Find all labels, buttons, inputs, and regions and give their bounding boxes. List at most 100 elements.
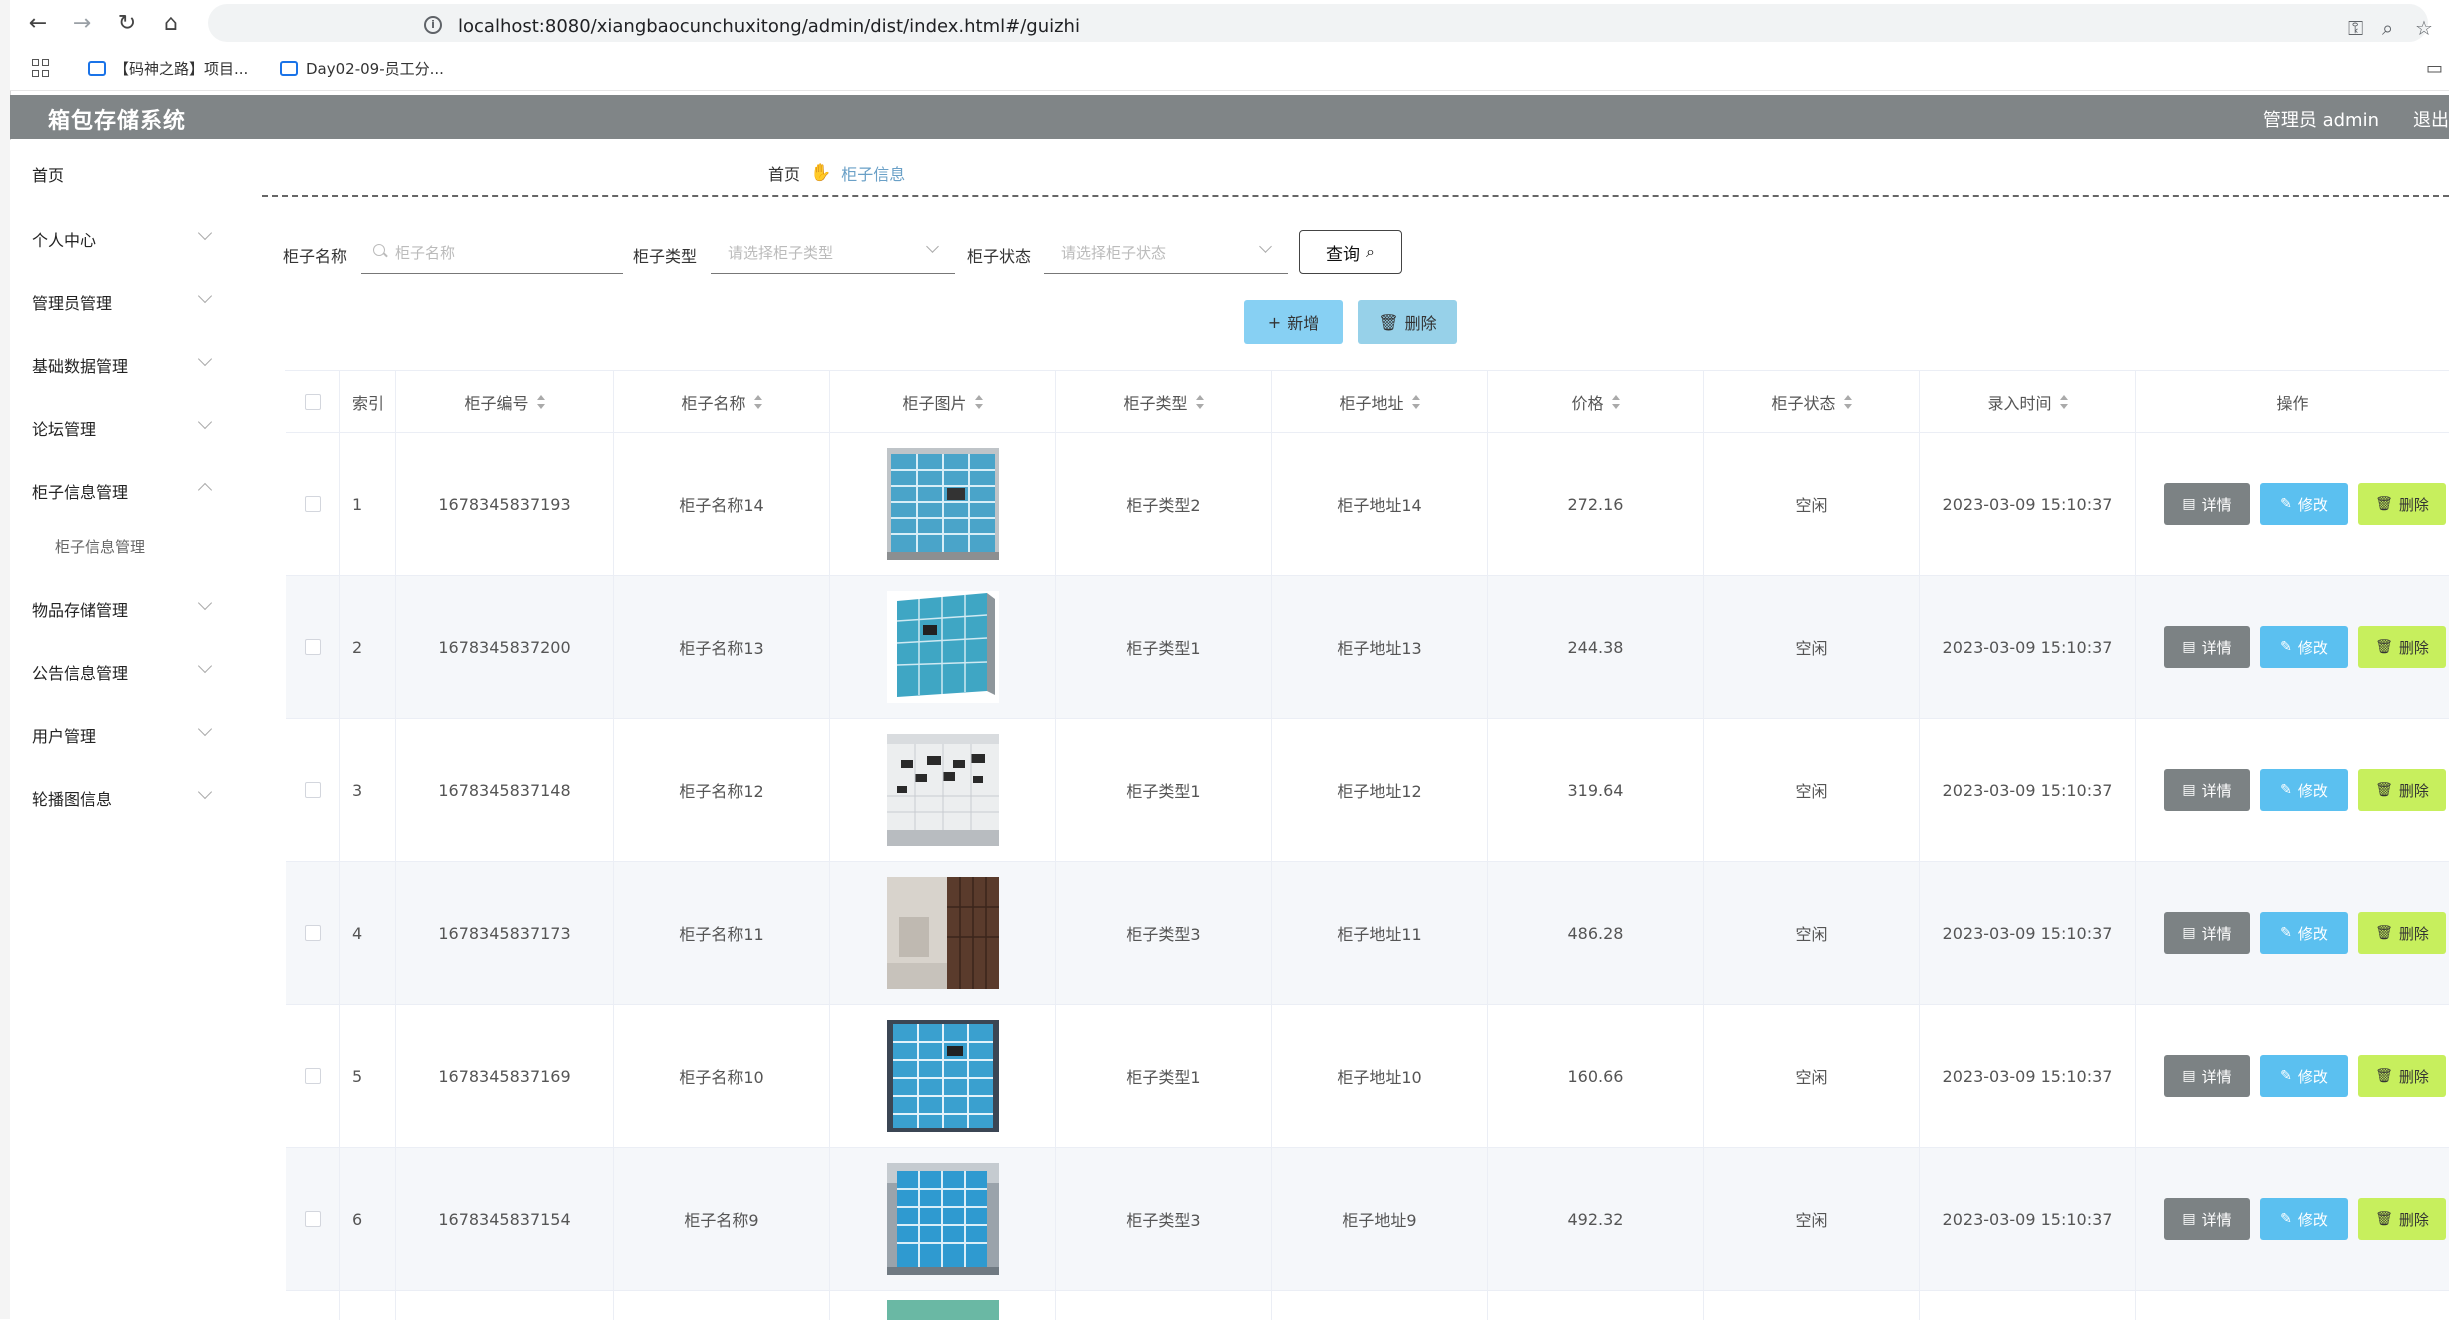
sort-icon[interactable] — [2059, 394, 2068, 409]
folder-icon[interactable]: ▭ — [2426, 58, 2443, 79]
star-icon[interactable]: ☆ — [2415, 16, 2433, 40]
name-search-input[interactable]: 柜子名称 — [361, 230, 623, 274]
apps-grid-icon[interactable] — [32, 59, 50, 77]
locker-image[interactable] — [886, 1163, 999, 1275]
trash-icon: 🗑 — [2375, 925, 2393, 941]
table-row: 3 1678345837148 柜子名称12 柜子类型1 柜子地址12 319.… — [286, 719, 2449, 862]
delete-button[interactable]: 🗑 删除 — [2358, 912, 2446, 954]
locker-image[interactable] — [886, 591, 999, 703]
sidebar-subitem-locker-info[interactable]: 柜子信息管理 — [55, 536, 145, 557]
detail-button[interactable]: ▤ 详情 — [2164, 1055, 2250, 1097]
sidebar-item-carousel[interactable]: 轮播图信息 — [32, 786, 112, 810]
chevron-down-icon — [197, 721, 213, 737]
site-info-icon[interactable]: i — [424, 16, 442, 34]
select-all-checkbox[interactable] — [304, 393, 321, 410]
home-icon[interactable]: ⌂ — [157, 9, 185, 37]
row-checkbox[interactable] — [304, 496, 321, 512]
delete-button[interactable]: 🗑 删除 — [2358, 1198, 2446, 1240]
sidebar-item-forum[interactable]: 论坛管理 — [32, 416, 96, 440]
sidebar-item-storage[interactable]: 物品存储管理 — [32, 597, 128, 621]
row-checkbox[interactable] — [304, 1068, 321, 1084]
locker-image[interactable] — [886, 1020, 999, 1132]
row-checkbox[interactable] — [304, 782, 321, 798]
bookmark-item[interactable]: 【码神之路】项目... — [88, 58, 248, 79]
sidebar-item-notices[interactable]: 公告信息管理 — [32, 660, 128, 684]
header-status[interactable]: 柜子状态 — [1704, 371, 1920, 432]
header-type[interactable]: 柜子类型 — [1056, 371, 1272, 432]
bilibili-icon — [88, 61, 106, 76]
sort-icon[interactable] — [974, 394, 983, 409]
trash-icon: 🗑 — [2375, 1068, 2393, 1084]
header-price[interactable]: 价格 — [1488, 371, 1704, 432]
detail-button[interactable]: ▤ 详情 — [2164, 912, 2250, 954]
status-select[interactable]: 请选择柜子状态 — [1044, 230, 1288, 274]
row-checkbox[interactable] — [304, 925, 321, 941]
breadcrumb: 首页 ✋ 柜子信息 — [768, 161, 905, 185]
delete-button[interactable]: 🗑 删除 — [2358, 769, 2446, 811]
delete-button[interactable]: 🗑 删除 — [2358, 483, 2446, 525]
key-icon[interactable]: ⚿ — [2348, 16, 2363, 40]
cell-name: 柜子名称10 — [614, 1005, 830, 1147]
header-code[interactable]: 柜子编号 — [396, 371, 614, 432]
detail-button[interactable]: ▤ 详情 — [2164, 626, 2250, 668]
header-time[interactable]: 录入时间 — [1920, 371, 2136, 432]
header-address[interactable]: 柜子地址 — [1272, 371, 1488, 432]
edit-button[interactable]: ✎ 修改 — [2260, 1055, 2348, 1097]
chevron-down-icon — [1259, 240, 1272, 253]
filter-type-label: 柜子类型 — [633, 247, 698, 266]
locker-image[interactable] — [886, 448, 999, 560]
sort-icon[interactable] — [1411, 394, 1420, 409]
row-checkbox[interactable] — [304, 639, 321, 655]
detail-button[interactable]: ▤ 详情 — [2164, 1198, 2250, 1240]
delete-button[interactable]: 🗑 删除 — [2358, 1055, 2446, 1097]
locker-image[interactable] — [886, 1300, 999, 1320]
edit-button[interactable]: ✎ 修改 — [2260, 1198, 2348, 1240]
header-name[interactable]: 柜子名称 — [614, 371, 830, 432]
sidebar-item-lockers[interactable]: 柜子信息管理 — [32, 479, 128, 503]
forward-arrow-icon[interactable]: → — [68, 9, 96, 37]
bookmark-item[interactable]: Day02-09-员工分... — [280, 58, 444, 79]
delete-button[interactable]: 🗑 删除 — [2358, 626, 2446, 668]
detail-button[interactable]: ▤ 详情 — [2164, 769, 2250, 811]
address-bar[interactable]: i localhost:8080/xiangbaocunchuxitong/ad… — [208, 4, 2433, 42]
filter-name-label: 柜子名称 — [283, 247, 348, 266]
edit-button[interactable]: ✎ 修改 — [2260, 626, 2348, 668]
logout-link[interactable]: 退出 — [2413, 106, 2449, 132]
edit-button[interactable]: ✎ 修改 — [2260, 912, 2348, 954]
sort-icon[interactable] — [1611, 394, 1620, 409]
sort-icon[interactable] — [1843, 394, 1852, 409]
zoom-icon[interactable]: ⌕ — [2382, 16, 2393, 40]
filter-status-label: 柜子状态 — [967, 247, 1032, 266]
sort-icon[interactable] — [536, 394, 545, 409]
query-button[interactable]: 查询 ⌕ — [1299, 230, 1402, 274]
cell-code: 1678345837154 — [396, 1148, 614, 1290]
cell-type: 柜子类型1 — [1056, 719, 1272, 861]
cell-name: 柜子名称12 — [614, 719, 830, 861]
locker-image[interactable] — [886, 734, 999, 846]
bulk-delete-button[interactable]: 🗑 删除 — [1358, 300, 1457, 344]
edit-button[interactable]: ✎ 修改 — [2260, 769, 2348, 811]
cell-address: 柜子地址10 — [1272, 1005, 1488, 1147]
row-checkbox[interactable] — [304, 1211, 321, 1227]
type-select[interactable]: 请选择柜子类型 — [711, 230, 955, 274]
header-image[interactable]: 柜子图片 — [830, 371, 1056, 432]
pencil-icon: ✎ — [2280, 496, 2292, 512]
sidebar-item-basedata[interactable]: 基础数据管理 — [32, 353, 128, 377]
back-arrow-icon[interactable]: ← — [24, 9, 52, 37]
edit-button[interactable]: ✎ 修改 — [2260, 483, 2348, 525]
add-button[interactable]: + 新增 — [1244, 300, 1343, 344]
sidebar-item-profile[interactable]: 个人中心 — [32, 227, 96, 251]
sidebar-item-admins[interactable]: 管理员管理 — [32, 290, 112, 314]
detail-button[interactable]: ▤ 详情 — [2164, 483, 2250, 525]
breadcrumb-home[interactable]: 首页 — [768, 161, 800, 185]
locker-image[interactable] — [886, 877, 999, 989]
sidebar-item-users[interactable]: 用户管理 — [32, 723, 96, 747]
sort-icon[interactable] — [1195, 394, 1204, 409]
url-text: localhost:8080/xiangbaocunchuxitong/admi… — [458, 16, 1080, 37]
pencil-icon: ✎ — [2280, 782, 2292, 798]
cell-index: 1 — [340, 433, 396, 575]
sidebar-item-home[interactable]: 首页 — [32, 162, 64, 186]
sort-icon[interactable] — [753, 394, 762, 409]
reload-icon[interactable]: ↻ — [113, 9, 141, 37]
chevron-down-icon — [197, 658, 213, 674]
